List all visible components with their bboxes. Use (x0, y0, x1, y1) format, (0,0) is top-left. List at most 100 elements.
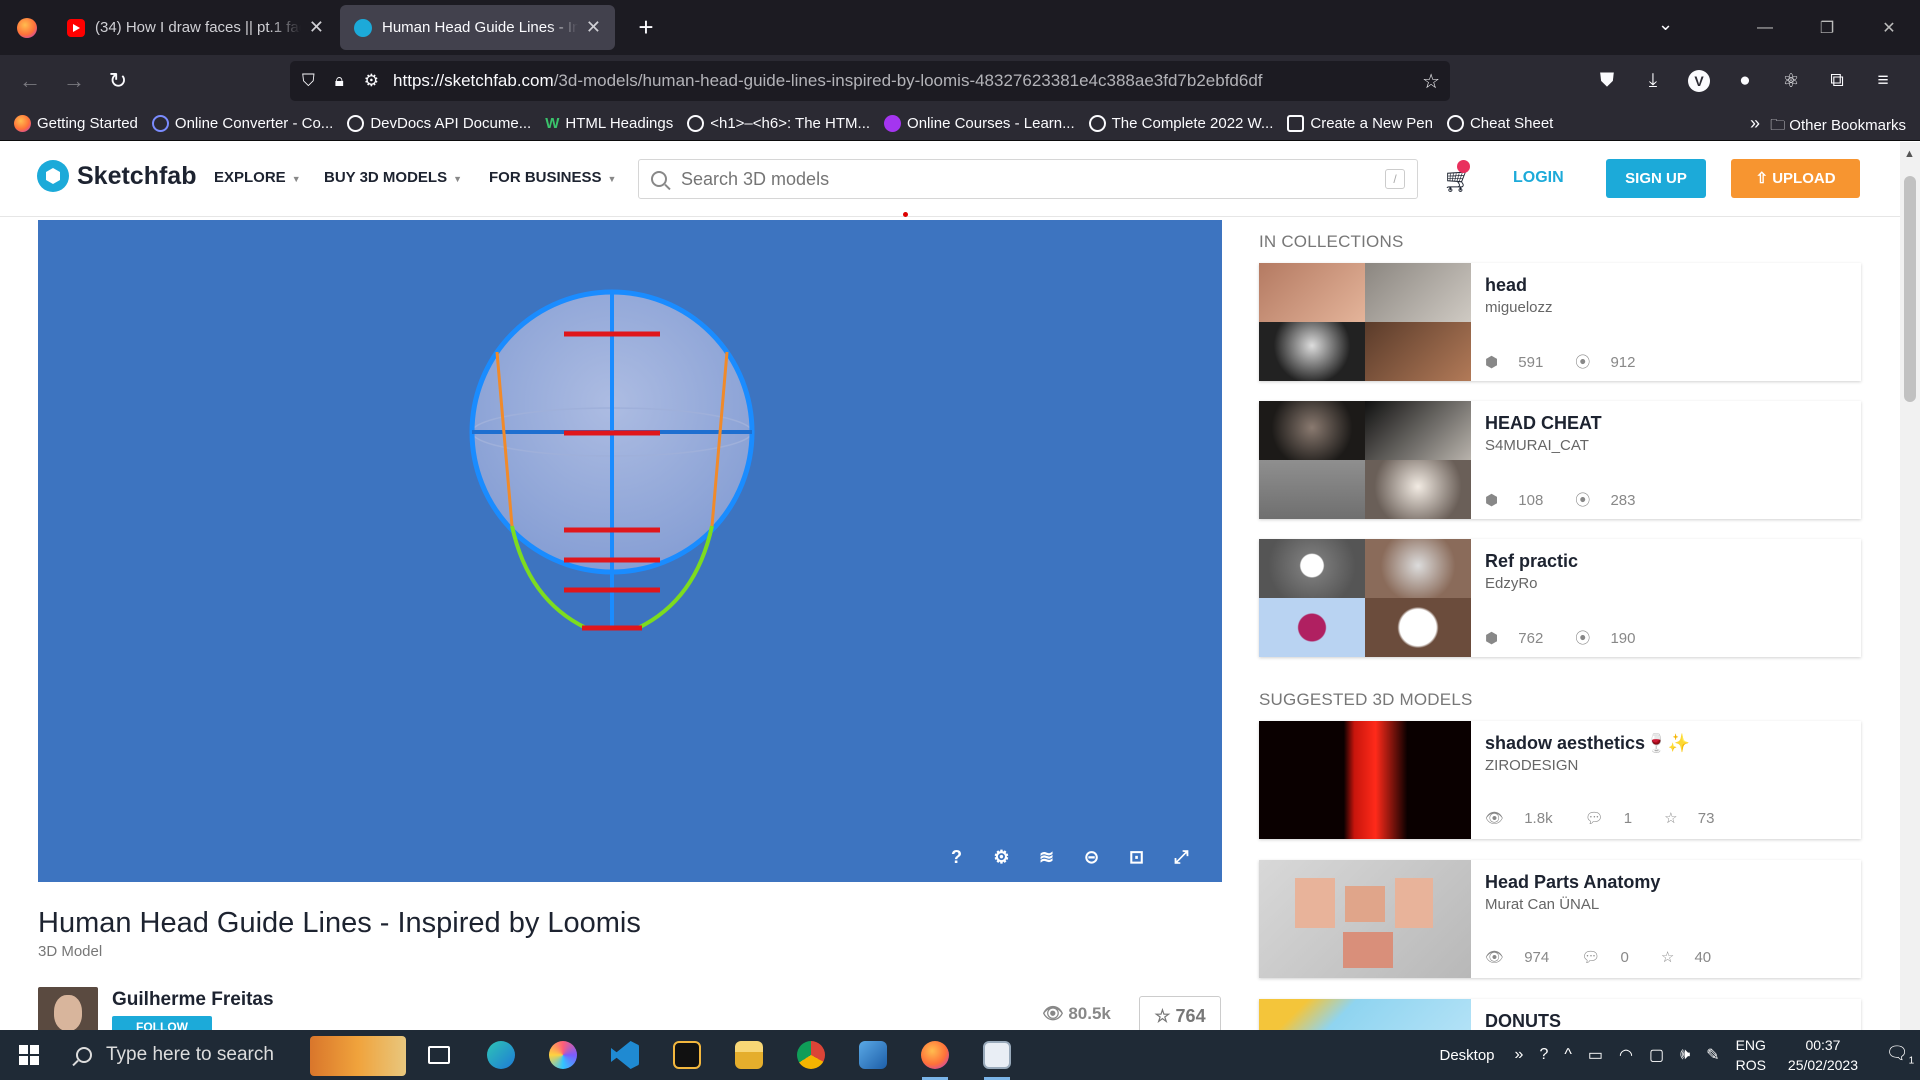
collection-name[interactable]: HEAD CHEAT (1485, 413, 1602, 434)
author-name[interactable]: Guilherme Freitas (112, 989, 274, 1011)
collection-card[interactable]: head miguelozz ⬢ 591 ⦿ 912 (1259, 263, 1861, 381)
suggested-model-card[interactable]: Head Parts Anatomy Murat Can ÜNAL 👁︎ 974… (1259, 860, 1861, 978)
bookmark-html-headings[interactable]: W HTML Headings (545, 115, 673, 132)
vscode-icon[interactable] (594, 1030, 656, 1080)
other-bookmarks[interactable]: 🗀︎ Other Bookmarks (1770, 115, 1906, 140)
vr-icon[interactable]: ⊝ (1069, 847, 1114, 868)
follow-button[interactable]: FOLLOW (112, 1016, 212, 1030)
model-user[interactable]: Murat Can ÜNAL (1485, 896, 1599, 913)
collection-card[interactable]: HEAD CHEAT S4MURAI_CAT ⬢ 108 ⦿ 283 (1259, 401, 1861, 519)
suggested-model-card[interactable]: shadow aesthetics🍷✨ ZIRODESIGN 👁︎ 1.8k 💬… (1259, 721, 1861, 839)
bookmark-complete-2022[interactable]: The Complete 2022 W... (1088, 115, 1273, 132)
list-all-tabs-icon[interactable]: ⌄ (1658, 14, 1673, 35)
paint-icon[interactable] (532, 1030, 594, 1080)
extensions-icon[interactable]: ⧉ (1814, 70, 1860, 92)
collection-name[interactable]: head (1485, 275, 1527, 296)
close-tab-icon[interactable]: ✕ (586, 17, 601, 38)
wifi-icon[interactable]: ◠ (1619, 1045, 1633, 1065)
signup-button[interactable]: SIGN UP (1606, 159, 1706, 198)
page-scrollbar[interactable]: ▲ (1900, 142, 1920, 1030)
collection-user[interactable]: EdzyRo (1485, 575, 1538, 592)
edge-icon[interactable] (470, 1030, 532, 1080)
forward-icon[interactable]: → (52, 68, 96, 94)
taskbar-search[interactable]: Type here to search (58, 1030, 408, 1080)
model-name[interactable]: shadow aesthetics🍷✨ (1485, 733, 1690, 754)
collection-user[interactable]: miguelozz (1485, 299, 1553, 316)
firefox-taskbar-icon[interactable] (904, 1030, 966, 1080)
scroll-up-icon[interactable]: ▲ (1904, 148, 1915, 160)
pen-icon[interactable]: ✎ (1706, 1045, 1719, 1065)
new-tab-button[interactable]: + (631, 12, 661, 43)
login-button[interactable]: LOGIN (1513, 169, 1564, 187)
reload-icon[interactable]: ↻ (96, 68, 140, 94)
bookmark-star-icon[interactable]: ☆ (1422, 69, 1440, 94)
shield-icon[interactable]: ⛉ (302, 71, 315, 91)
desktop-toolbar[interactable]: Desktop (1440, 1047, 1495, 1064)
restore-icon[interactable]: ❐ (1796, 18, 1858, 38)
terminal-icon[interactable] (656, 1030, 718, 1080)
url-text[interactable]: https://sketchfab.com/3d-models/human-he… (393, 71, 1262, 91)
nav-explore[interactable]: EXPLORE ▼ (214, 169, 301, 186)
downloads-icon[interactable]: ⤓ (1630, 70, 1676, 92)
battery-icon[interactable]: ▭ (1588, 1045, 1603, 1065)
layers-icon[interactable]: ≋ (1024, 847, 1069, 868)
notification-center-icon[interactable]: 🗨︎1 (1880, 1043, 1920, 1067)
bookmark-devdocs[interactable]: DevDocs API Docume... (347, 115, 531, 132)
task-view-icon[interactable] (408, 1030, 470, 1080)
cart-icon[interactable]: 🛒︎ (1443, 160, 1473, 195)
collection-card[interactable]: Ref practic EdzyRo ⬢ 762 ⦿ 190 (1259, 539, 1861, 657)
app-window-icon[interactable] (966, 1030, 1028, 1080)
fullscreen-icon[interactable]: ⤢ (1159, 847, 1204, 868)
suggested-model-card[interactable]: DONUTS (1259, 999, 1861, 1030)
upload-button[interactable]: ⇧ UPLOAD (1731, 159, 1860, 198)
bookmark-getting-started[interactable]: Getting Started (14, 115, 138, 132)
search-input[interactable] (681, 168, 1361, 190)
clock[interactable]: 00:37 25/02/2023 (1788, 1035, 1858, 1075)
settings-icon[interactable]: ⚙︎ (979, 847, 1024, 868)
extension-icon[interactable]: ● (1722, 70, 1768, 92)
lock-icon[interactable]: 🔒︎ (335, 71, 344, 91)
model-name[interactable]: DONUTS (1485, 1011, 1561, 1030)
language-indicator[interactable]: ENG ROS (1736, 1035, 1766, 1075)
permissions-icon[interactable]: ⚙︎ (364, 71, 379, 91)
nav-buy-3d-models[interactable]: BUY 3D MODELS ▼ (324, 169, 462, 186)
chrome-icon[interactable] (780, 1030, 842, 1080)
model-viewer[interactable]: ? ⚙︎ ≋ ⊝ ⊡ ⤢ (38, 220, 1222, 882)
close-window-icon[interactable]: ✕ (1858, 18, 1920, 38)
help-icon[interactable]: ? (934, 847, 979, 868)
url-bar[interactable]: ⛉ 🔒︎ ⚙︎ https://sketchfab.com/3d-models/… (290, 61, 1450, 101)
close-tab-icon[interactable]: ✕ (309, 17, 324, 38)
chevron-right-icon[interactable]: » (1515, 1046, 1524, 1064)
firefox-menu-icon[interactable] (0, 0, 53, 55)
collection-name[interactable]: Ref practic (1485, 551, 1578, 572)
remote-desktop-icon[interactable] (842, 1030, 904, 1080)
model-name[interactable]: Head Parts Anatomy (1485, 872, 1660, 893)
tab-youtube[interactable]: (34) How I draw faces || pt.1 fac ✕ (53, 5, 338, 50)
bookmark-online-courses[interactable]: Online Courses - Learn... (884, 115, 1075, 132)
display-icon[interactable]: ▢ (1649, 1045, 1664, 1065)
help-icon[interactable]: ? (1539, 1046, 1548, 1064)
model-user[interactable]: ZIRODESIGN (1485, 757, 1578, 774)
show-hidden-icons[interactable]: ^ (1564, 1046, 1572, 1064)
embed-icon[interactable]: ⊡ (1114, 847, 1159, 868)
bookmark-cheat-sheet[interactable]: Cheat Sheet (1446, 115, 1553, 132)
pocket-icon[interactable]: ⛊ (1584, 70, 1630, 92)
react-devtools-icon[interactable]: ⚛ (1768, 70, 1814, 93)
tab-sketchfab[interactable]: Human Head Guide Lines - Insp ✕ (340, 5, 615, 50)
menu-icon[interactable]: ≡ (1860, 70, 1906, 92)
profile-avatar[interactable]: V (1688, 70, 1710, 92)
bookmark-online-converter[interactable]: Online Converter - Co... (151, 115, 333, 132)
bookmark-codepen[interactable]: Create a New Pen (1287, 115, 1433, 132)
volume-icon[interactable]: 🕪︎ (1680, 1046, 1690, 1064)
more-bookmarks-icon[interactable]: » (1750, 113, 1760, 134)
sketchfab-logo[interactable]: Sketchfab (37, 160, 196, 192)
bookmark-h1-h6[interactable]: <h1>–<h6>: The HTM... (687, 115, 870, 132)
collection-user[interactable]: S4MURAI_CAT (1485, 437, 1589, 454)
nav-for-business[interactable]: FOR BUSINESS ▼ (489, 169, 616, 186)
file-explorer-icon[interactable] (718, 1030, 780, 1080)
back-icon[interactable]: ← (8, 68, 52, 94)
minimize-icon[interactable]: — (1734, 19, 1796, 37)
start-button[interactable] (0, 1030, 58, 1080)
like-button[interactable]: ☆ 764 (1139, 996, 1221, 1030)
scrollbar-thumb[interactable] (1904, 176, 1916, 402)
